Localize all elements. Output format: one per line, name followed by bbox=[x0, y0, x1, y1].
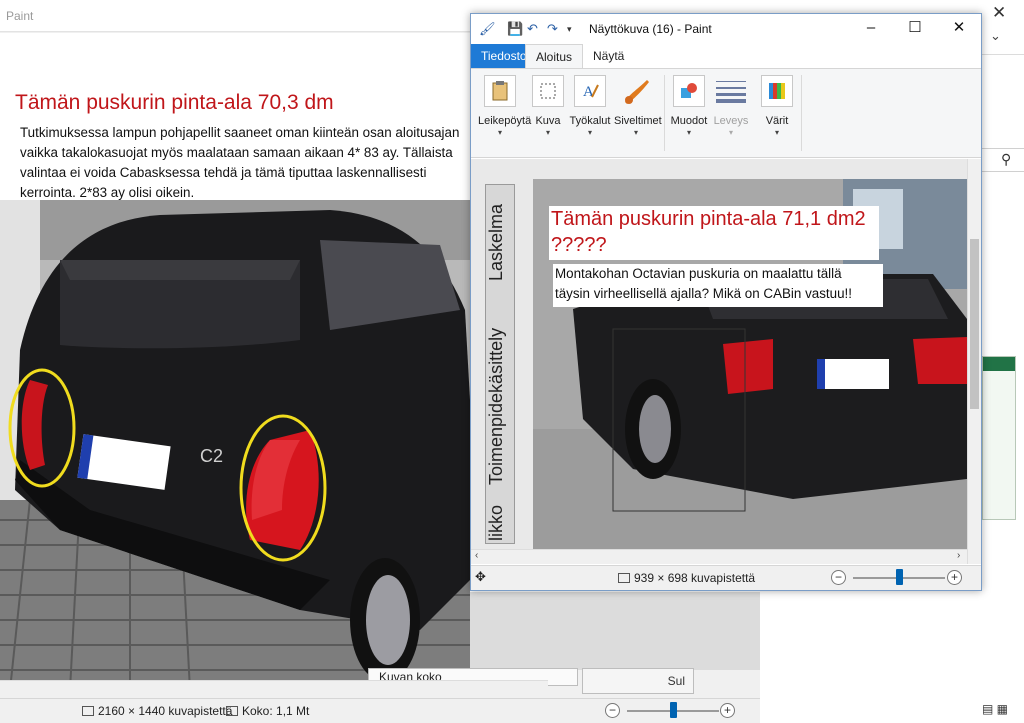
ribbon-clipboard[interactable]: Leikepöytä ▾ bbox=[478, 75, 532, 137]
close-button-partial[interactable]: Sul bbox=[582, 668, 694, 694]
back-canvas-gray bbox=[470, 592, 760, 670]
paint-app-icon: 🖌 bbox=[479, 21, 496, 36]
zoom-out-button[interactable]: − bbox=[605, 703, 620, 718]
spreadsheet-thumbnail bbox=[982, 356, 1016, 520]
ribbon-image[interactable]: Kuva ▾ bbox=[526, 75, 570, 137]
front-canvas[interactable]: Laskelma Toimenpidekäsittely likko Tämän bbox=[471, 159, 967, 549]
front-dimensions: 939 × 698 kuvapistettä bbox=[618, 571, 755, 585]
divider bbox=[982, 54, 1024, 55]
car-badge: C2 bbox=[200, 446, 223, 466]
ribbon-label: Siveltimet bbox=[614, 115, 662, 127]
ribbon-tabs: Tiedosto Aloitus Näytä ⌃ ? bbox=[471, 44, 981, 94]
car-photo: C2 bbox=[0, 200, 470, 689]
disk-icon bbox=[226, 706, 238, 716]
ribbon: Leikepöytä ▾ Kuva ▾ A Työkalut ▾ Sivelti… bbox=[471, 68, 981, 158]
vertical-tab-calculation: Laskelma bbox=[486, 203, 506, 281]
ribbon-label: Työkalut bbox=[569, 115, 611, 127]
chevron-down-icon[interactable]: ⌄ bbox=[990, 28, 1001, 44]
undo-icon[interactable]: ↶ bbox=[527, 21, 538, 37]
zoom-in-button[interactable]: + bbox=[720, 703, 735, 718]
customize-toolbar-icon[interactable]: ▾ bbox=[567, 24, 572, 35]
dimensions-icon bbox=[618, 573, 630, 583]
back-window-title: Paint bbox=[6, 9, 34, 23]
move-icon: ✥ bbox=[475, 569, 486, 584]
back-status-bar: 2160 × 1440 kuvapistettä Koko: 1,1 Mt − … bbox=[0, 698, 760, 723]
svg-text:A: A bbox=[583, 84, 594, 100]
maximize-button[interactable]: ☐ bbox=[895, 17, 935, 41]
scroll-left-icon[interactable]: ‹ bbox=[475, 550, 478, 561]
clipboard-icon bbox=[484, 75, 516, 107]
save-icon[interactable]: 💾 bbox=[507, 21, 523, 37]
palette-icon bbox=[761, 75, 793, 107]
shapes-icon bbox=[673, 75, 705, 107]
front-zoom-in-button[interactable]: + bbox=[947, 570, 962, 585]
front-zoom-out-button[interactable]: − bbox=[831, 570, 846, 585]
back-horizontal-scrollbar[interactable] bbox=[0, 680, 548, 694]
ribbon-width: Leveys ▾ bbox=[709, 75, 753, 137]
back-zoom-thumb[interactable] bbox=[670, 702, 677, 718]
vertical-tab-procedure: Toimenpidekäsittely bbox=[486, 327, 506, 485]
inner-slide: Tämän puskurin pinta-ala 71,1 dm2 ????? … bbox=[533, 179, 967, 549]
slide-title: Tämän puskurin pinta-ala 70,3 dm bbox=[15, 91, 334, 114]
front-status-bar: ✥ 939 × 698 kuvapistettä − + bbox=[471, 565, 981, 590]
ribbon-label: Värit bbox=[765, 115, 789, 127]
tab-view[interactable]: Näytä bbox=[583, 44, 634, 68]
vertical-tab-partial: likko bbox=[486, 504, 506, 541]
slide-text: Tutkimuksessa lampun pohjapellit saaneet… bbox=[20, 125, 460, 200]
view-mode-icon[interactable]: ▤ ▦ bbox=[982, 702, 1008, 716]
image-select-icon bbox=[532, 75, 564, 107]
ribbon-brushes[interactable]: Siveltimet ▾ bbox=[614, 75, 662, 137]
ribbon-label: Muodot bbox=[670, 115, 708, 127]
line-width-icon bbox=[715, 75, 747, 107]
ribbon-colors[interactable]: Värit ▾ bbox=[755, 75, 799, 137]
ribbon-label: Leveys bbox=[713, 115, 749, 127]
front-zoom-thumb[interactable] bbox=[896, 569, 903, 585]
inner-vertical-tabs: Laskelma Toimenpidekäsittely likko bbox=[485, 184, 515, 544]
close-icon[interactable]: ✕ bbox=[992, 3, 1006, 23]
back-file-size: Koko: 1,1 Mt bbox=[226, 704, 309, 718]
inner-slide-text: Montakohan Octavian puskuria on maalattu… bbox=[553, 264, 883, 307]
redo-icon[interactable]: ↷ bbox=[547, 21, 558, 37]
front-horizontal-scrollbar[interactable]: ‹ › bbox=[471, 549, 967, 564]
ribbon-label: Kuva bbox=[535, 115, 561, 127]
scroll-right-icon[interactable]: › bbox=[957, 550, 960, 561]
brush-icon bbox=[620, 75, 652, 107]
tab-home[interactable]: Aloitus bbox=[525, 44, 584, 68]
vertical-scroll-thumb[interactable] bbox=[970, 239, 979, 409]
ribbon-shapes[interactable]: Muodot ▾ bbox=[667, 75, 711, 137]
front-vertical-scrollbar[interactable] bbox=[967, 159, 981, 564]
dimensions-icon bbox=[82, 706, 94, 716]
ribbon-label: Leikepöytä bbox=[478, 115, 532, 127]
back-dimensions: 2160 × 1440 kuvapistettä bbox=[82, 704, 232, 718]
close-button[interactable]: ✕ bbox=[939, 17, 979, 41]
ribbon-tools[interactable]: A Työkalut ▾ bbox=[568, 75, 612, 137]
front-window-title: Näyttökuva (16) - Paint bbox=[589, 22, 712, 36]
minimize-button[interactable]: – bbox=[851, 17, 891, 41]
search-icon[interactable]: ⚲ bbox=[1001, 151, 1011, 168]
inner-slide-title: Tämän puskurin pinta-ala 71,1 dm2 ????? bbox=[549, 206, 879, 260]
front-paint-window: 🖌 💾 ↶ ↷ ▾ Näyttökuva (16) - Paint – ☐ ✕ … bbox=[470, 13, 982, 591]
slide-image: Tämän puskurin pinta-ala 70,3 dm Tutkimu… bbox=[0, 83, 470, 689]
tools-icon: A bbox=[574, 75, 606, 107]
front-window-titlebar: 🖌 💾 ↶ ↷ ▾ Näyttökuva (16) - Paint – ☐ ✕ bbox=[471, 14, 981, 44]
